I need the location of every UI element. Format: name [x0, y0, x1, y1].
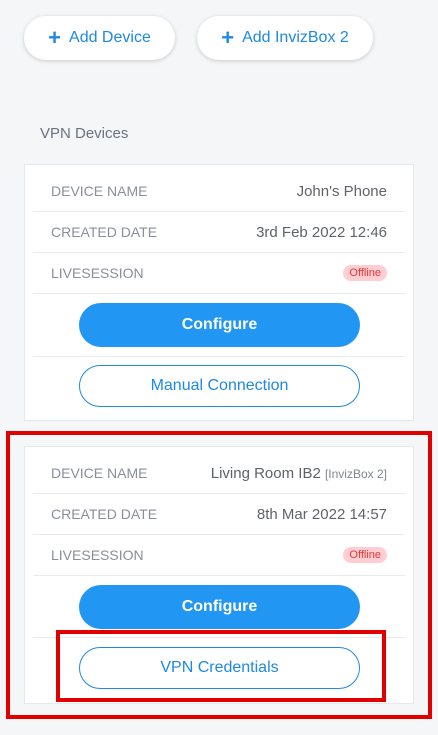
- created-date-value: 3rd Feb 2022 12:46: [256, 223, 387, 241]
- livesession-row: LIVESESSION Offline: [33, 253, 405, 294]
- configure-button[interactable]: Configure: [79, 585, 360, 629]
- created-date-label: CREATED DATE: [51, 224, 158, 240]
- device-name-row: DEVICE NAME Living Room IB2 [InvizBox 2]: [33, 453, 405, 494]
- vpn-credentials-button[interactable]: VPN Credentials: [79, 647, 360, 689]
- device-name-text: Living Room IB2: [210, 464, 321, 482]
- add-device-label: Add Device: [69, 29, 151, 46]
- configure-button[interactable]: Configure: [79, 303, 360, 347]
- status-badge: Offline: [343, 265, 387, 281]
- plus-icon: +: [48, 25, 62, 50]
- manual-connection-button[interactable]: Manual Connection: [79, 365, 360, 407]
- add-device-button[interactable]: + Add Device: [24, 16, 175, 60]
- divider: [33, 356, 405, 357]
- add-invizbox-button[interactable]: + Add InvizBox 2: [197, 16, 373, 60]
- device-name-label: DEVICE NAME: [51, 183, 148, 199]
- device-card: DEVICE NAME John's Phone CREATED DATE 3r…: [24, 164, 414, 421]
- livesession-label: LIVESESSION: [51, 547, 144, 563]
- divider: [33, 637, 405, 638]
- livesession-label: LIVESESSION: [51, 265, 144, 281]
- device-type-tag: [InvizBox 2]: [324, 466, 387, 481]
- device-name-label: DEVICE NAME: [51, 465, 148, 481]
- section-title: VPN Devices: [40, 125, 129, 142]
- status-badge: Offline: [343, 547, 387, 563]
- livesession-row: LIVESESSION Offline: [33, 535, 405, 576]
- created-date-label: CREATED DATE: [51, 506, 158, 522]
- add-invizbox-label: Add InvizBox 2: [242, 29, 349, 46]
- device-card: DEVICE NAME Living Room IB2 [InvizBox 2]…: [24, 446, 414, 704]
- created-date-row: CREATED DATE 8th Mar 2022 14:57: [33, 494, 405, 535]
- plus-icon: +: [221, 25, 235, 50]
- device-name-value: Living Room IB2 [InvizBox 2]: [211, 465, 387, 482]
- created-date-row: CREATED DATE 3rd Feb 2022 12:46: [33, 212, 405, 253]
- device-name-row: DEVICE NAME John's Phone: [33, 171, 405, 212]
- device-name-value: John's Phone: [296, 182, 387, 200]
- created-date-value: 8th Mar 2022 14:57: [256, 505, 387, 523]
